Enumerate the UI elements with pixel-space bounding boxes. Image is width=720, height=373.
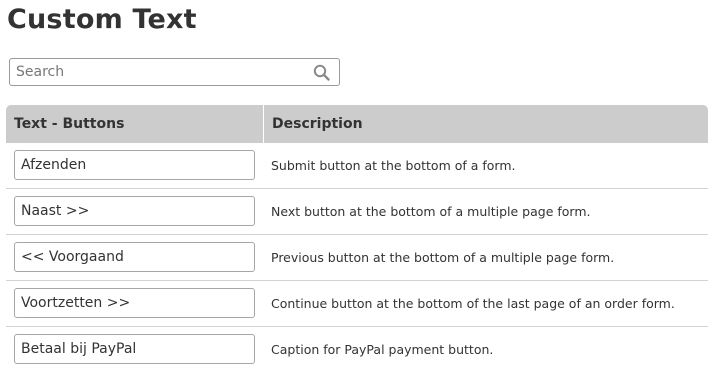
text-input-submit-button[interactable] xyxy=(14,150,255,180)
text-input-paypal-button[interactable] xyxy=(14,334,255,364)
page-title: Custom Text xyxy=(7,4,197,35)
search-icon[interactable] xyxy=(313,64,330,81)
custom-text-table: Text - Buttons Description Submit button… xyxy=(6,105,708,373)
table-row: Submit button at the bottom of a form. xyxy=(6,143,708,189)
column-header-description: Description xyxy=(272,116,363,132)
row-description: Previous button at the bottom of a multi… xyxy=(271,250,615,265)
text-input-next-button[interactable] xyxy=(14,196,255,226)
search-box[interactable] xyxy=(9,58,340,86)
table-header: Text - Buttons Description xyxy=(6,105,708,143)
table-row: Next button at the bottom of a multiple … xyxy=(6,189,708,235)
row-description: Caption for PayPal payment button. xyxy=(271,342,494,357)
column-header-text-buttons: Text - Buttons xyxy=(14,116,125,132)
table-row: Caption for PayPal payment button. xyxy=(6,327,708,373)
search-input[interactable] xyxy=(10,59,300,85)
row-description: Submit button at the bottom of a form. xyxy=(271,158,516,173)
table-row: Continue button at the bottom of the las… xyxy=(6,281,708,327)
text-input-continue-button[interactable] xyxy=(14,288,255,318)
header-divider xyxy=(263,105,264,143)
row-description: Next button at the bottom of a multiple … xyxy=(271,204,591,219)
row-description: Continue button at the bottom of the las… xyxy=(271,296,675,311)
table-row: Previous button at the bottom of a multi… xyxy=(6,235,708,281)
text-input-previous-button[interactable] xyxy=(14,242,255,272)
